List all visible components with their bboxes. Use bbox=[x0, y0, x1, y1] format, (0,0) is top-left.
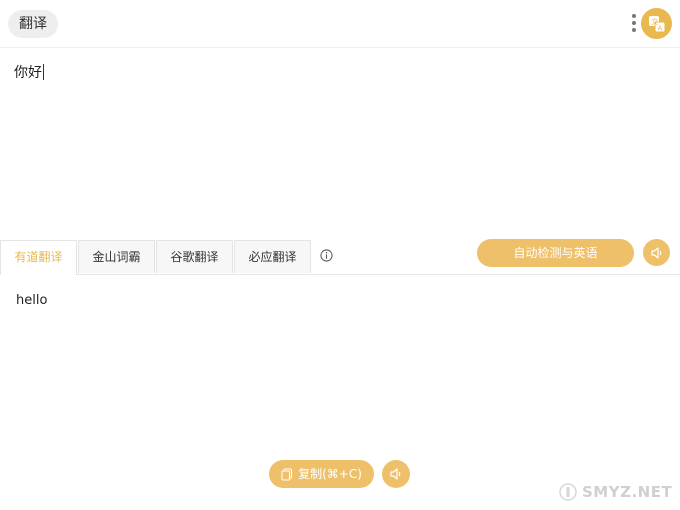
page-title: 翻译 bbox=[8, 10, 58, 38]
header-bar: 翻译 文 A bbox=[0, 0, 680, 48]
tab-jinshan[interactable]: 金山词霸 bbox=[78, 240, 155, 273]
translation-result: hello bbox=[16, 293, 48, 308]
tab-bing[interactable]: 必应翻译 bbox=[234, 240, 311, 273]
tab-youdao[interactable]: 有道翻译 bbox=[0, 240, 77, 275]
info-icon[interactable] bbox=[320, 249, 333, 262]
source-text: 你好 bbox=[14, 65, 42, 81]
tab-google[interactable]: 谷歌翻译 bbox=[156, 240, 233, 273]
svg-text:A: A bbox=[657, 24, 662, 32]
result-speaker-icon[interactable] bbox=[382, 460, 410, 488]
more-vertical-icon[interactable] bbox=[629, 14, 639, 36]
translate-app-icon[interactable]: 文 A bbox=[641, 8, 672, 39]
watermark: SMYZ.NET bbox=[558, 480, 676, 504]
copy-icon bbox=[281, 467, 293, 481]
source-input[interactable]: 你好 bbox=[14, 62, 44, 82]
watermark-logo-icon bbox=[559, 483, 577, 501]
watermark-text: SMYZ.NET bbox=[582, 483, 673, 501]
speaker-icon[interactable] bbox=[643, 239, 670, 266]
language-detect-button[interactable]: 自动检测与英语 bbox=[477, 239, 634, 267]
copy-button-label: 复制(⌘+C) bbox=[298, 467, 362, 481]
copy-button[interactable]: 复制(⌘+C) bbox=[269, 460, 374, 488]
text-cursor bbox=[43, 64, 44, 80]
